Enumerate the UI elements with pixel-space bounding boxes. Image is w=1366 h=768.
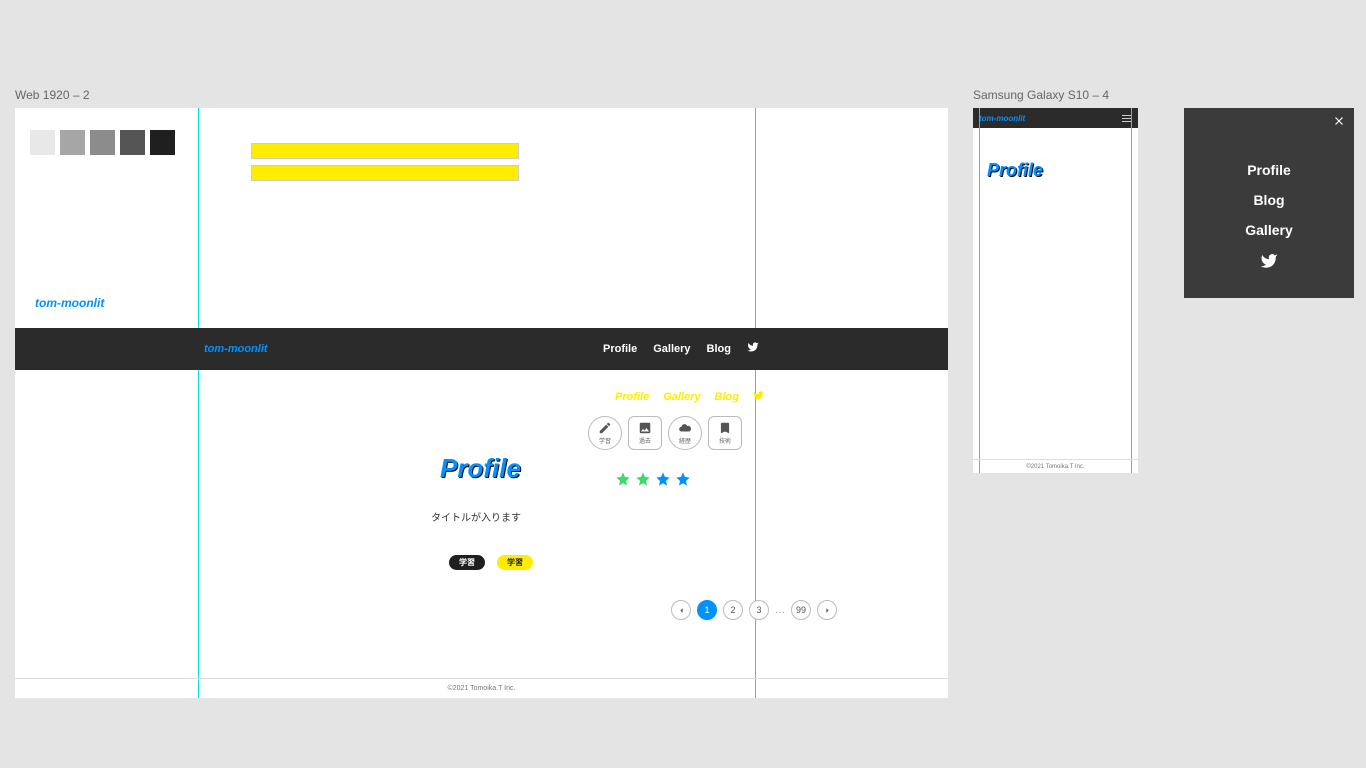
pager-ellipsis: … — [775, 605, 785, 616]
tag-chip[interactable]: 学習 — [497, 555, 533, 570]
pager-page[interactable]: 99 — [791, 600, 811, 620]
feature-icons: 学習 過去 経歴 技術 — [588, 416, 742, 450]
highlight-bar — [251, 165, 519, 181]
header-nav: Profile Gallery Blog — [603, 340, 759, 358]
twitter-icon[interactable] — [1260, 252, 1278, 275]
nav-gallery[interactable]: Gallery — [663, 391, 700, 403]
pagination: 1 2 3 … 99 — [671, 600, 837, 620]
star-icon — [635, 471, 651, 492]
swatch[interactable] — [90, 130, 115, 155]
color-swatches — [30, 130, 175, 155]
nav-profile[interactable]: Profile — [615, 391, 649, 403]
feature-chip-label: 過去 — [639, 436, 651, 445]
star-icon — [655, 471, 671, 492]
page-title: Profile — [987, 160, 1043, 181]
footer: ©2021 Tomoika.T Inc. — [15, 678, 948, 698]
header-bar: tom-moonlit Profile Gallery Blog — [15, 328, 948, 370]
pager-page[interactable]: 2 — [723, 600, 743, 620]
nav-blog[interactable]: Blog — [715, 391, 739, 403]
mobile-menu-nav: Profile Blog Gallery — [1184, 108, 1354, 275]
nav-blog[interactable]: Blog — [1253, 192, 1284, 208]
mobile-menu-panel: Profile Blog Gallery — [1184, 108, 1354, 298]
nav-gallery[interactable]: Gallery — [1245, 222, 1292, 238]
feature-chip-bookmark[interactable]: 技術 — [708, 416, 742, 450]
mobile-header: tom-moonlit — [973, 108, 1138, 128]
swatch[interactable] — [30, 130, 55, 155]
star-icon — [675, 471, 691, 492]
close-icon[interactable] — [1332, 114, 1346, 133]
swatch[interactable] — [150, 130, 175, 155]
feature-chip-cloud[interactable]: 経歴 — [668, 416, 702, 450]
nav-profile[interactable]: Profile — [603, 343, 637, 355]
tag-chips: 学習 学習 — [449, 555, 533, 570]
swatch[interactable] — [120, 130, 145, 155]
highlight-bars — [251, 143, 519, 187]
feature-chip-pencil[interactable]: 学習 — [588, 416, 622, 450]
pager-page[interactable]: 3 — [749, 600, 769, 620]
artboard-web: tom-moonlit tom-moonlit Profile Gallery … — [15, 108, 948, 698]
swatch[interactable] — [60, 130, 85, 155]
nav-gallery[interactable]: Gallery — [653, 343, 690, 355]
twitter-icon[interactable] — [747, 340, 759, 358]
twitter-icon[interactable] — [753, 388, 764, 406]
feature-chip-image[interactable]: 過去 — [628, 416, 662, 450]
brand-logo[interactable]: tom-moonlit — [204, 343, 268, 355]
rating-stars — [615, 471, 691, 492]
highlight-bar — [251, 143, 519, 159]
feature-chip-label: 学習 — [599, 436, 611, 445]
star-icon — [615, 471, 631, 492]
nav-profile[interactable]: Profile — [1247, 162, 1291, 178]
pager-prev[interactable] — [671, 600, 691, 620]
sample-title: タイトルが入ります — [431, 509, 521, 524]
artboard-label-web: Web 1920 – 2 — [15, 88, 90, 102]
guide-line — [1131, 108, 1132, 473]
artboard-label-mobile: Samsung Galaxy S10 – 4 — [973, 88, 1109, 102]
guide-line — [198, 108, 199, 698]
page-title: Profile — [440, 453, 521, 484]
feature-chip-label: 技術 — [719, 436, 731, 445]
brand-logo[interactable]: tom-moonlit — [979, 114, 1025, 123]
feature-chip-label: 経歴 — [679, 436, 691, 445]
artboard-mobile: tom-moonlit Profile ©2021 Tomoika.T Inc. — [973, 108, 1138, 473]
pager-page[interactable]: 1 — [697, 600, 717, 620]
pager-next[interactable] — [817, 600, 837, 620]
footer: ©2021 Tomoika.T Inc. — [973, 459, 1138, 473]
guide-line — [979, 108, 980, 473]
header-nav-alt: Profile Gallery Blog — [615, 388, 764, 406]
brand-logo: tom-moonlit — [35, 296, 104, 310]
nav-blog[interactable]: Blog — [707, 343, 731, 355]
tag-chip[interactable]: 学習 — [449, 555, 485, 570]
